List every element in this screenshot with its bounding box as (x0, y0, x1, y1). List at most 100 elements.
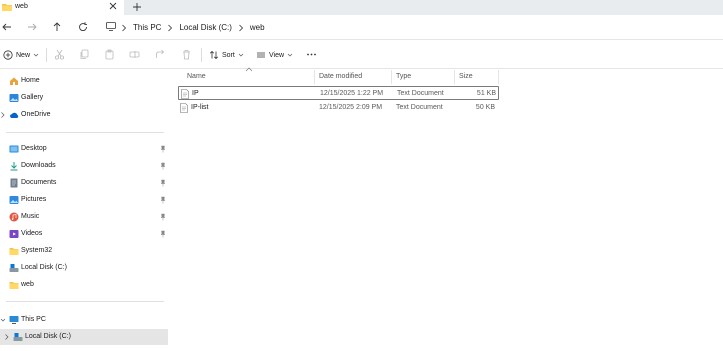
column-header-name[interactable]: Name (187, 73, 206, 87)
drive-icon (13, 333, 23, 341)
refresh-icon[interactable] (77, 21, 89, 33)
file-name: IP-list (191, 104, 209, 111)
sidebar-item-videos[interactable]: Videos (0, 226, 168, 242)
sidebar-item-pictures[interactable]: Pictures (0, 192, 168, 208)
up-arrow-icon[interactable] (51, 21, 63, 33)
sidebar-item-web[interactable]: web (0, 277, 168, 293)
view-list-icon (257, 52, 265, 58)
back-arrow-icon[interactable] (1, 21, 13, 33)
sidebar-item-label: OneDrive (21, 111, 51, 118)
pc-icon (9, 316, 19, 324)
plus-circle-icon (3, 50, 13, 60)
breadcrumb-web[interactable]: web (245, 21, 270, 35)
navigation-pane: Home Gallery OneDrive Desktop Downloads … (0, 70, 168, 351)
pin-icon[interactable] (160, 162, 166, 170)
home-icon (10, 77, 18, 85)
sidebar-item-label: Downloads (21, 162, 56, 169)
chevron-right-icon (239, 24, 243, 32)
file-type: Text Document (397, 90, 444, 97)
pictures-icon (9, 196, 19, 204)
close-icon[interactable] (108, 1, 118, 11)
tab-title: web (15, 3, 28, 10)
table-row[interactable]: IP 12/15/2025 1:22 PM Text Document 51 K… (178, 86, 499, 100)
address-row: This PC Local Disk (C:) web (0, 15, 723, 40)
file-name: IP (192, 90, 199, 97)
text-file-icon (181, 89, 189, 99)
paste-icon[interactable] (104, 49, 115, 60)
sidebar-item-desktop[interactable]: Desktop (0, 141, 168, 157)
sidebar-item-system32[interactable]: System32 (0, 243, 168, 259)
pin-icon[interactable] (160, 196, 166, 204)
rename-icon[interactable] (129, 49, 140, 60)
onedrive-icon (10, 112, 19, 118)
column-divider[interactable] (454, 70, 455, 84)
text-file-icon (180, 103, 188, 113)
sidebar-item-label: Music (21, 213, 40, 220)
sidebar-divider (6, 132, 164, 133)
chevron-right-icon (168, 24, 173, 32)
sidebar-item-label: System32 (21, 247, 53, 254)
more-options-icon[interactable] (306, 49, 317, 60)
view-label: View (269, 51, 285, 59)
sidebar-item-label: Local Disk (C:) (25, 333, 71, 340)
file-date: 12/15/2025 2:09 PM (319, 104, 383, 111)
chevron-right-icon[interactable] (0, 111, 6, 119)
file-size: 50 KB (475, 104, 495, 111)
folder-icon (9, 282, 19, 289)
new-tab-icon[interactable] (131, 1, 143, 13)
sidebar-item-onedrive[interactable]: OneDrive (0, 107, 168, 123)
gallery-icon (9, 94, 19, 102)
breadcrumb-this-pc[interactable]: This PC (128, 21, 166, 35)
share-icon[interactable] (155, 49, 166, 60)
chevron-right-icon[interactable] (4, 333, 10, 341)
delete-icon[interactable] (181, 49, 192, 60)
file-size: 51 KB (476, 90, 496, 97)
file-list: Name Date modified Type Size IP 12/15/20… (178, 67, 723, 351)
sort-button[interactable]: Sort (209, 48, 245, 62)
tab-web[interactable]: web (0, 0, 124, 15)
sort-label: Sort (222, 51, 235, 59)
pin-icon[interactable] (160, 230, 166, 238)
chevron-down-icon (287, 53, 293, 57)
sort-up-icon (245, 67, 253, 72)
toolbar-divider (46, 48, 47, 62)
sidebar-item-music[interactable]: Music (0, 209, 168, 225)
sidebar-item-documents[interactable]: Documents (0, 175, 168, 191)
sidebar-item-label: Home (21, 77, 40, 84)
pin-icon[interactable] (160, 179, 166, 187)
view-button[interactable]: View (256, 48, 294, 62)
tab-strip: web (0, 0, 723, 15)
copy-icon[interactable] (79, 49, 90, 60)
sort-icon (210, 50, 218, 60)
sidebar-item-local-disk[interactable]: Local Disk (C:) (0, 260, 168, 276)
table-row[interactable]: IP-list 12/15/2025 2:09 PM Text Document… (178, 101, 499, 115)
sidebar-divider (6, 301, 164, 302)
sidebar-item-label: Pictures (21, 196, 47, 203)
videos-icon (9, 230, 19, 238)
drive-icon (9, 264, 19, 272)
column-header-size[interactable]: Size (459, 73, 473, 87)
file-type: Text Document (396, 104, 443, 111)
cut-icon[interactable] (54, 49, 65, 60)
breadcrumb-local-disk[interactable]: Local Disk (C:) (174, 21, 236, 35)
pin-icon[interactable] (160, 213, 166, 221)
chevron-down-icon[interactable] (0, 316, 6, 324)
column-divider[interactable] (391, 70, 392, 84)
new-label: New (16, 51, 31, 59)
chevron-down-icon (238, 53, 244, 57)
sidebar-item-this-pc[interactable]: This PC (0, 312, 168, 328)
column-divider[interactable] (498, 70, 499, 84)
new-button[interactable]: New (3, 48, 40, 62)
forward-arrow-icon[interactable] (26, 21, 38, 33)
sidebar-item-downloads[interactable]: Downloads (0, 158, 168, 174)
column-header-date[interactable]: Date modified (319, 73, 362, 87)
column-header-type[interactable]: Type (396, 73, 411, 87)
sidebar-item-home[interactable]: Home (0, 73, 168, 89)
column-divider[interactable] (314, 70, 315, 84)
pin-icon[interactable] (160, 145, 166, 153)
sidebar-item-label: This PC (21, 316, 46, 323)
sidebar-item-gallery[interactable]: Gallery (0, 90, 168, 106)
sidebar-item-local-disk-c[interactable]: Local Disk (C:) (0, 329, 168, 345)
file-date: 12/15/2025 1:22 PM (320, 90, 384, 97)
sidebar-item-label: Desktop (21, 145, 47, 152)
